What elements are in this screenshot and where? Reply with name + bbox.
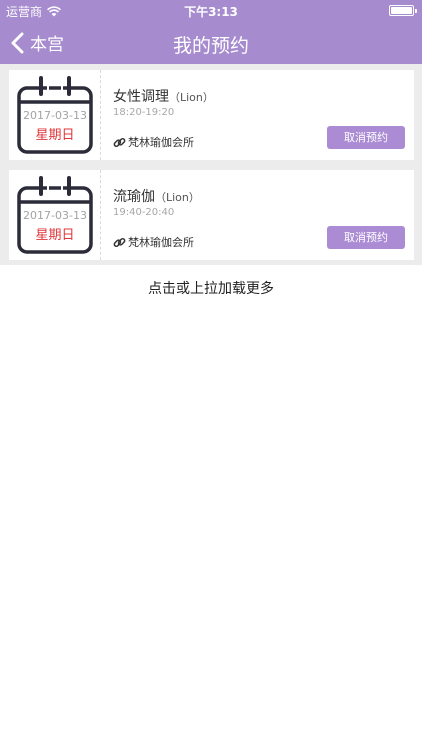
booking-date: 2017-03-13	[23, 209, 87, 222]
teacher-name: （Lion）	[155, 191, 200, 204]
time-range: 19:40-20:40	[113, 207, 175, 218]
venue-name: 梵林瑜伽会所	[128, 236, 194, 249]
booking-weekday: 星期日	[35, 228, 75, 243]
date-box: 2017-03-13 星期日	[9, 170, 101, 260]
booking-weekday: 星期日	[35, 128, 75, 143]
nav-bar: 本宫 我的预约	[0, 22, 422, 64]
course-name: 女性调理	[113, 89, 169, 105]
booking-info: 女性调理（Lion） 18:20-19:20 梵林瑜伽会所 取消预约	[113, 70, 414, 160]
battery-icon	[389, 5, 417, 16]
time-range: 18:20-19:20	[113, 107, 175, 118]
course-title: 流瑜伽（Lion）	[113, 186, 200, 206]
teacher-name: （Lion）	[169, 91, 214, 104]
course-name: 流瑜伽	[113, 189, 155, 205]
cancel-booking-button[interactable]: 取消预约	[327, 126, 405, 149]
load-more-button[interactable]: 点击或上拉加载更多	[0, 278, 422, 298]
link-icon	[113, 137, 126, 147]
booking-date: 2017-03-13	[23, 109, 87, 122]
status-bar: 运营商 下午3:13	[0, 0, 422, 22]
booking-info: 流瑜伽（Lion） 19:40-20:40 梵林瑜伽会所 取消预约	[113, 170, 414, 260]
date-box: 2017-03-13 星期日	[9, 70, 101, 160]
venue: 梵林瑜伽会所	[113, 134, 194, 150]
booking-card: 2017-03-13 星期日 流瑜伽（Lion） 19:40-20:40 梵林瑜…	[9, 170, 414, 260]
venue: 梵林瑜伽会所	[113, 234, 194, 250]
cancel-booking-button[interactable]: 取消预约	[327, 226, 405, 249]
link-icon	[113, 237, 126, 247]
booking-card: 2017-03-13 星期日 女性调理（Lion） 18:20-19:20 梵林…	[9, 70, 414, 160]
status-time: 下午3:13	[184, 5, 238, 19]
header: 运营商 下午3:13 本宫 我的预约	[0, 0, 422, 64]
venue-name: 梵林瑜伽会所	[128, 136, 194, 149]
page-title: 我的预约	[172, 35, 249, 57]
course-title: 女性调理（Lion）	[113, 86, 214, 106]
